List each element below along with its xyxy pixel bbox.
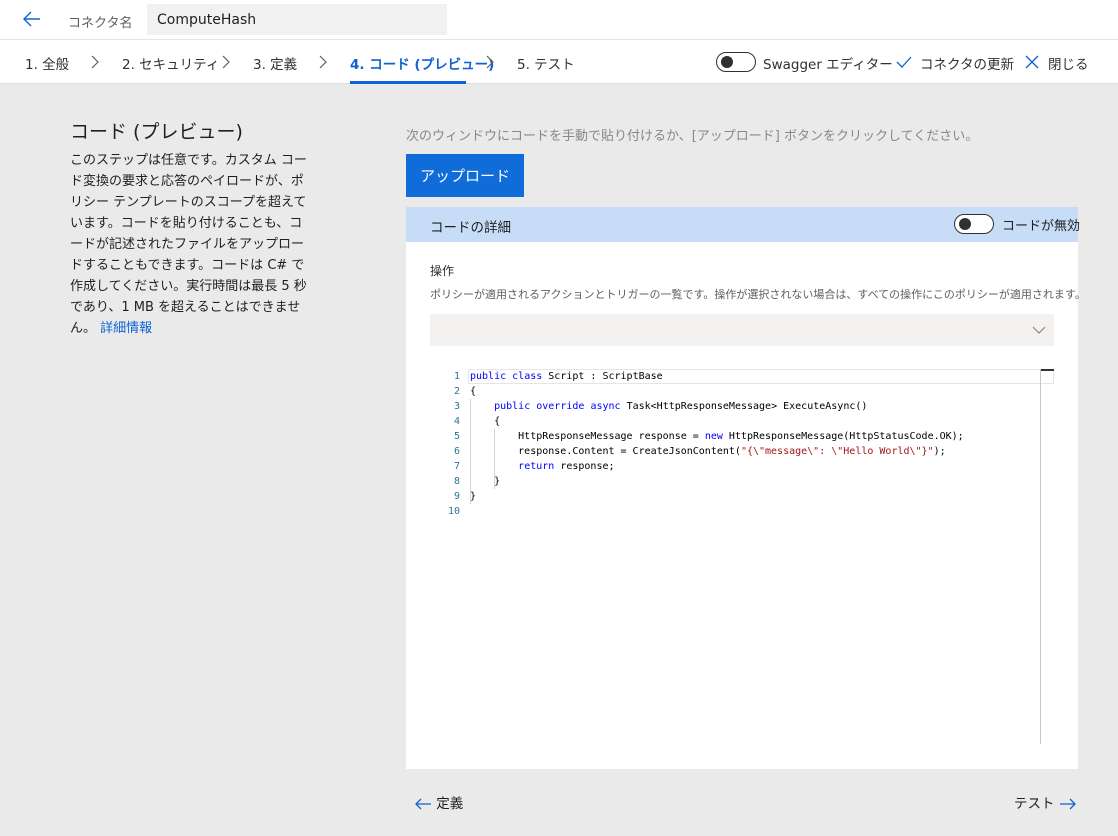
next-step-button[interactable]: テスト <box>1014 792 1077 812</box>
line-number: 3 <box>453 401 460 412</box>
code-text: } <box>470 491 477 502</box>
code-enabled-toggle[interactable] <box>954 214 994 234</box>
scrollbar-thumb[interactable] <box>1041 369 1054 371</box>
code-text: } <box>470 476 501 487</box>
back-arrow-icon <box>23 11 40 27</box>
code-text: public class Script : ScriptBase <box>470 371 663 382</box>
tab-test[interactable]: 5. テスト <box>517 53 575 73</box>
chevron-right-icon <box>486 55 494 69</box>
code-line: 5 HttpResponseMessage response = new Htt… <box>440 429 1040 444</box>
previous-step-label: 定義 <box>436 796 464 812</box>
toggle-knob <box>721 56 733 68</box>
line-number: 2 <box>453 386 460 397</box>
arrow-right-icon <box>1059 798 1076 810</box>
close-button[interactable]: 閉じる <box>1048 53 1089 73</box>
tab-security[interactable]: 2. セキュリティ <box>122 53 219 73</box>
tab-code-preview[interactable]: 4. コード (プレビュー) <box>350 53 494 73</box>
code-line: 10 <box>440 504 1040 519</box>
previous-step-button[interactable]: 定義 <box>414 792 463 812</box>
code-toggle-label: コードが無効 <box>1002 219 1081 234</box>
tab-general[interactable]: 1. 全般 <box>25 53 69 73</box>
active-tab-indicator <box>350 81 466 84</box>
swagger-editor-toggle[interactable] <box>716 52 756 72</box>
line-number: 10 <box>447 506 460 517</box>
code-line: 4 { <box>440 414 1040 429</box>
panel-header: コードの詳細 コードが無効 <box>406 207 1081 242</box>
code-line: 6 response.Content = CreateJsonContent("… <box>440 444 1040 459</box>
code-line: 8 } <box>440 474 1040 489</box>
code-text: response.Content = CreateJsonContent("{\… <box>470 446 946 457</box>
line-number: 5 <box>453 431 460 442</box>
code-line: 1 public class Script : ScriptBase <box>440 369 1040 384</box>
line-number: 1 <box>453 371 460 382</box>
section-description: このステップは任意です。カスタム コード変換の要求と応答のペイロードが、ポリシー… <box>70 150 310 339</box>
upload-button[interactable]: アップロード <box>406 154 524 197</box>
arrow-left-icon <box>415 798 431 810</box>
code-text: HttpResponseMessage response = new HttpR… <box>470 431 964 442</box>
code-line: 2{ <box>440 384 1040 399</box>
code-line: 9} <box>440 489 1040 504</box>
line-number: 9 <box>453 491 460 502</box>
operations-dropdown[interactable] <box>430 314 1054 346</box>
tab-definition[interactable]: 3. 定義 <box>253 53 297 73</box>
code-line: 3 public override async Task<HttpRespons… <box>440 399 1040 414</box>
operations-label: 操作 <box>430 264 455 278</box>
line-number: 6 <box>453 446 460 457</box>
line-number: 8 <box>453 476 460 487</box>
connector-name-label: コネクタ名 <box>68 16 133 31</box>
back-button[interactable] <box>20 8 44 30</box>
swagger-editor-label[interactable]: Swagger エディター <box>763 53 893 73</box>
panel-title: コードの詳細 <box>430 220 511 236</box>
code-text: return response; <box>518 461 615 472</box>
update-connector-button[interactable]: コネクタの更新 <box>920 53 1014 73</box>
operations-description: ポリシーが適用されるアクションとトリガーの一覧です。操作が選択されない場合は、す… <box>430 288 1086 301</box>
code-editor[interactable]: 1 public class Script : ScriptBase 2{3 pub… <box>440 367 1054 747</box>
connector-name-input[interactable] <box>147 4 447 35</box>
step-navigation: 1. 全般 2. セキュリティ 3. 定義 4. コード (プレビュー) 5. … <box>0 40 1118 84</box>
code-line: 7 return response; <box>440 459 1040 474</box>
upload-instruction: 次のウィンドウにコードを手動で貼り付けるか、[アップロード] ボタンをクリックし… <box>406 129 979 144</box>
toggle-knob <box>959 218 971 230</box>
line-number: 7 <box>453 461 460 472</box>
top-bar: コネクタ名 <box>0 0 1118 40</box>
line-number: 4 <box>453 416 460 427</box>
learn-more-link[interactable]: 詳細情報 <box>100 321 152 336</box>
description-text: このステップは任意です。カスタム コード変換の要求と応答のペイロードが、ポリシー… <box>70 153 307 336</box>
chevron-down-icon <box>1032 326 1046 334</box>
code-details-panel: コードの詳細 コードが無効 操作 ポリシーが適用されるアクションとトリガーの一覧… <box>406 207 1086 769</box>
chevron-right-icon <box>222 55 230 69</box>
code-text: public override async Task<HttpResponseM… <box>494 401 868 412</box>
checkmark-icon <box>896 56 912 68</box>
next-step-label: テスト <box>1014 796 1055 812</box>
section-title: コード (プレビュー) <box>70 121 243 143</box>
editor-scrollbar[interactable] <box>1040 369 1041 744</box>
chevron-right-icon <box>319 55 327 69</box>
code-text: { <box>470 386 477 397</box>
chevron-right-icon <box>91 55 99 69</box>
close-icon <box>1025 55 1039 69</box>
code-text: { <box>470 416 501 427</box>
